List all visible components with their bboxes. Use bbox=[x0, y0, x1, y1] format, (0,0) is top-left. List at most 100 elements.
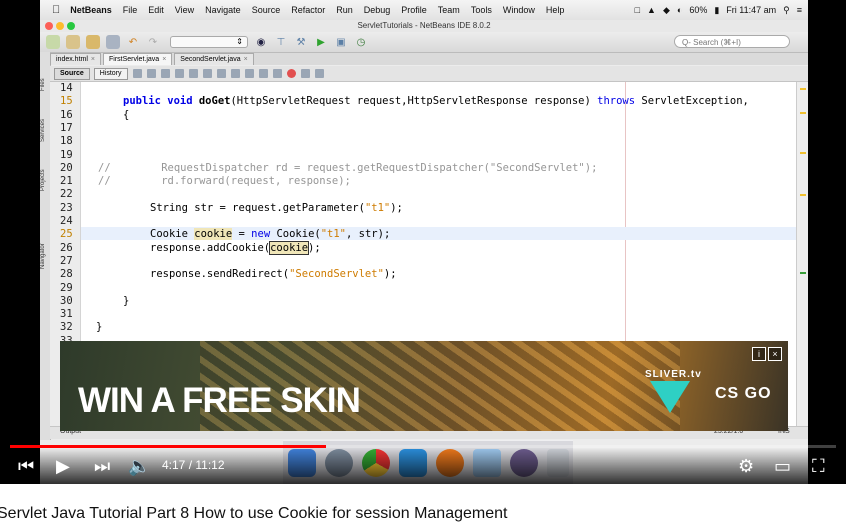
line-number: 26 bbox=[60, 241, 73, 254]
minimize-window-icon[interactable] bbox=[56, 22, 64, 30]
battery-icon[interactable]: ▮ bbox=[714, 5, 719, 16]
clean-build-icon[interactable]: ⚒ bbox=[294, 35, 308, 49]
files-tab[interactable]: Files bbox=[40, 70, 50, 100]
back-icon[interactable] bbox=[146, 69, 156, 78]
tab-secondservlet[interactable]: SecondServlet.java × bbox=[174, 53, 254, 65]
ide-search-input[interactable]: Q- Search (⌘+I) bbox=[674, 35, 790, 48]
menu-edit[interactable]: Edit bbox=[148, 5, 164, 15]
close-tab-icon[interactable]: × bbox=[244, 56, 248, 63]
uncomment-icon[interactable] bbox=[272, 69, 282, 78]
ide-toolbar: ↶ ↷ ⇕ ◉ ⊤ ⚒ ▶ ▣ ◷ Q- Search (⌘+I) bbox=[40, 32, 808, 53]
play-icon[interactable]: ▶ bbox=[56, 456, 70, 476]
code-line-25: Cookie cookie = new Cookie("t1", str); bbox=[150, 228, 390, 241]
history-button[interactable]: History bbox=[93, 67, 128, 80]
config-select[interactable]: ⇕ bbox=[170, 36, 248, 48]
menu-window[interactable]: Window bbox=[503, 5, 535, 15]
line-number: 23 bbox=[60, 201, 73, 214]
menu-team[interactable]: Team bbox=[438, 5, 460, 15]
spotlight-icon[interactable]: ⚲ bbox=[783, 5, 790, 16]
warning-marker[interactable] bbox=[800, 152, 806, 154]
tab-index-html[interactable]: index.html × bbox=[50, 53, 101, 65]
save-all-icon[interactable] bbox=[106, 35, 120, 49]
stop-macro-icon[interactable] bbox=[300, 69, 310, 78]
new-project-icon[interactable] bbox=[66, 35, 80, 49]
screen-icon[interactable]: □ bbox=[635, 5, 640, 15]
tab-firstservlet[interactable]: FirstServlet.java × bbox=[103, 53, 173, 65]
build-icon[interactable]: ⊤ bbox=[274, 35, 288, 49]
menu-view[interactable]: View bbox=[175, 5, 194, 15]
code-line-16: { bbox=[123, 108, 130, 121]
find-next-icon[interactable] bbox=[202, 69, 212, 78]
line-number: 24 bbox=[60, 215, 73, 227]
change-marker[interactable] bbox=[800, 272, 806, 274]
editor-toolbar: Source History bbox=[50, 66, 808, 82]
menu-run[interactable]: Run bbox=[336, 5, 353, 15]
menu-help[interactable]: Help bbox=[546, 5, 565, 15]
previous-icon[interactable]: ⏮ bbox=[18, 456, 34, 476]
settings-icon[interactable]: ⚙ bbox=[738, 456, 754, 476]
source-button[interactable]: Source bbox=[54, 67, 90, 80]
undo-icon[interactable]: ↶ bbox=[126, 35, 140, 49]
apple-icon[interactable]:  bbox=[52, 4, 60, 16]
shift-right-icon[interactable] bbox=[244, 69, 254, 78]
menu-profile[interactable]: Profile bbox=[401, 5, 427, 15]
menu-file[interactable]: File bbox=[123, 5, 138, 15]
code-token: , str); bbox=[346, 228, 391, 241]
menu-navigate[interactable]: Navigate bbox=[205, 5, 241, 15]
shift-left-icon[interactable] bbox=[230, 69, 240, 78]
navigator-tab[interactable]: Navigator bbox=[40, 232, 50, 280]
line-number: 29 bbox=[60, 281, 73, 294]
ad-info-icon[interactable]: i bbox=[752, 347, 766, 361]
warning-marker[interactable] bbox=[800, 194, 806, 196]
code-line-23: String str = request.getParameter("t1"); bbox=[150, 202, 403, 215]
services-tab[interactable]: Services bbox=[40, 108, 50, 152]
video-player[interactable]:  NetBeans File Edit View Navigate Sourc… bbox=[0, 0, 846, 484]
line-number: 31 bbox=[60, 308, 73, 321]
battery-percent: 60% bbox=[689, 5, 708, 15]
run-icon[interactable]: ▶ bbox=[314, 35, 328, 49]
code-token: throws bbox=[597, 95, 636, 108]
code-token: new bbox=[251, 228, 271, 241]
forward-icon[interactable] bbox=[160, 69, 170, 78]
projects-tab[interactable]: Projects bbox=[40, 160, 50, 200]
fullscreen-icon[interactable]: ⛶ bbox=[812, 456, 825, 476]
theater-mode-icon[interactable]: ▭ bbox=[774, 456, 791, 476]
record-macro-icon[interactable] bbox=[286, 69, 296, 78]
find-previous-icon[interactable] bbox=[188, 69, 198, 78]
chart-icon[interactable] bbox=[314, 69, 324, 78]
wifi-icon[interactable]: ◐ bbox=[677, 5, 682, 15]
code-token: ); bbox=[390, 201, 403, 214]
zoom-window-icon[interactable] bbox=[67, 22, 75, 30]
last-edit-icon[interactable] bbox=[132, 69, 142, 78]
close-tab-icon[interactable]: × bbox=[162, 56, 166, 63]
menu-tools[interactable]: Tools bbox=[471, 5, 492, 15]
comment-icon[interactable] bbox=[258, 69, 268, 78]
close-tab-icon[interactable]: × bbox=[91, 56, 95, 63]
menu-refactor[interactable]: Refactor bbox=[291, 5, 325, 15]
menu-debug[interactable]: Debug bbox=[364, 5, 391, 15]
redo-icon[interactable]: ↷ bbox=[146, 35, 160, 49]
list-icon[interactable]: ≡ bbox=[797, 5, 802, 15]
toggle-highlight-icon[interactable] bbox=[216, 69, 226, 78]
video-title[interactable]: Servlet Java Tutorial Part 8 How to use … bbox=[0, 505, 507, 523]
warning-marker[interactable] bbox=[800, 112, 806, 114]
ad-overlay[interactable]: WIN A FREE SKIN SLIVER.tv CS GO i × bbox=[60, 341, 788, 431]
dropbox-icon[interactable]: ◆ bbox=[663, 5, 670, 16]
ad-close-icon[interactable]: × bbox=[768, 347, 782, 361]
open-project-icon[interactable] bbox=[86, 35, 100, 49]
close-window-icon[interactable] bbox=[45, 22, 53, 30]
profile-icon[interactable]: ◷ bbox=[354, 35, 368, 49]
debug-icon[interactable]: ▣ bbox=[334, 35, 348, 49]
bell-icon[interactable]: ▲ bbox=[647, 5, 656, 15]
code-token: doGet bbox=[198, 95, 231, 108]
volume-icon[interactable]: 🔈 bbox=[128, 456, 150, 476]
menu-app[interactable]: NetBeans bbox=[70, 5, 112, 15]
globe-icon[interactable]: ◉ bbox=[254, 35, 268, 49]
find-icon[interactable] bbox=[174, 69, 184, 78]
warning-marker[interactable] bbox=[800, 88, 806, 90]
new-file-icon[interactable] bbox=[46, 35, 60, 49]
next-icon[interactable]: ⏭ bbox=[94, 456, 110, 476]
menu-source[interactable]: Source bbox=[252, 5, 281, 15]
clock[interactable]: Fri 11:47 am bbox=[726, 5, 776, 15]
player-controls: ⏮ ▶ ⏭ 🔈 4:17 / 11:12 ⚙ ▭ ⛶ bbox=[0, 448, 846, 484]
